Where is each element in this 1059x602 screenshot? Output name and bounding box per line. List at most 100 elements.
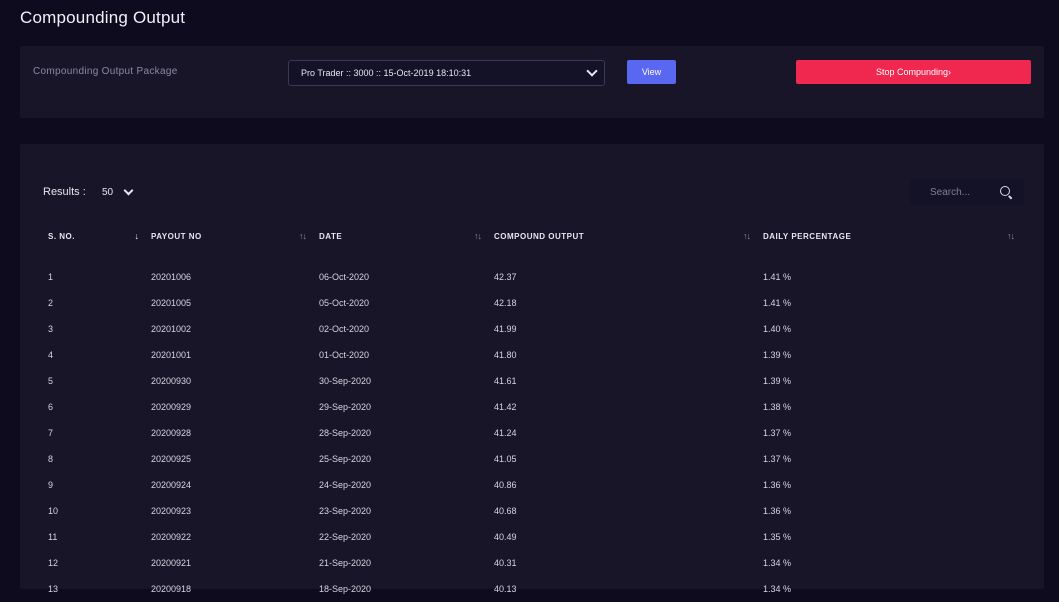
cell-daily-percentage: 1.37 %	[763, 428, 792, 438]
cell-sno: 13	[48, 584, 59, 594]
cell-date: 30-Sep-2020	[319, 376, 372, 386]
stop-compounding-button[interactable]: Stop Compunding›	[796, 60, 1031, 84]
cell-date: 23-Sep-2020	[319, 506, 372, 516]
cell-daily-percentage: 1.41 %	[763, 272, 792, 282]
cell-date: 29-Sep-2020	[319, 402, 372, 412]
cell-date: 05-Oct-2020	[319, 298, 370, 308]
cell-payout-no: 20200925	[151, 454, 192, 464]
cell-payout-no: 20200922	[151, 532, 192, 542]
cell-sno: 2	[48, 298, 54, 308]
column-header-date[interactable]: DATE ↑↓	[314, 216, 489, 256]
cell-daily-percentage: 1.37 %	[763, 454, 792, 464]
cell-compound-output: 42.37	[494, 272, 517, 282]
cell-payout-no: 20200923	[151, 506, 192, 516]
cell-daily-percentage: 1.34 %	[763, 584, 792, 594]
cell-date: 22-Sep-2020	[319, 532, 372, 542]
cell-daily-percentage: 1.39 %	[763, 350, 792, 360]
cell-daily-percentage: 1.41 %	[763, 298, 792, 308]
sort-icon[interactable]: ↑↓	[299, 231, 307, 241]
cell-payout-no: 20200921	[151, 558, 192, 568]
column-header-daily-percentage[interactable]: DAILY PERCENTAGE ↑↓	[758, 216, 1022, 256]
table-row: 5 20200930 30-Sep-2020 41.61 1.39 %	[42, 368, 1022, 394]
cell-daily-percentage: 1.35 %	[763, 532, 792, 542]
chevron-down-icon	[586, 65, 598, 77]
table-row: 1 20201006 06-Oct-2020 42.37 1.41 %	[42, 256, 1022, 290]
cell-date: 02-Oct-2020	[319, 324, 370, 334]
search-icon[interactable]	[1000, 186, 1013, 200]
page-title: Compounding Output	[20, 8, 186, 27]
cell-date: 01-Oct-2020	[319, 350, 370, 360]
cell-daily-percentage: 1.39 %	[763, 376, 792, 386]
results-label: Results :	[43, 186, 86, 198]
cell-date: 24-Sep-2020	[319, 480, 372, 490]
cell-daily-percentage: 1.38 %	[763, 402, 792, 412]
cell-sno: 12	[48, 558, 59, 568]
sort-icon[interactable]: ↑↓	[474, 231, 482, 241]
package-card: Compounding Output Package Pro Trader ::…	[20, 46, 1044, 118]
cell-date: 06-Oct-2020	[319, 272, 370, 282]
cell-sno: 10	[48, 506, 59, 516]
cell-payout-no: 20200924	[151, 480, 192, 490]
cell-date: 21-Sep-2020	[319, 558, 372, 568]
table-row: 2 20201005 05-Oct-2020 42.18 1.41 %	[42, 290, 1022, 316]
package-label: Compounding Output Package	[33, 66, 178, 77]
cell-payout-no: 20200928	[151, 428, 192, 438]
cell-compound-output: 41.61	[494, 376, 517, 386]
package-select[interactable]: Pro Trader :: 3000 :: 15-Oct-2019 18:10:…	[288, 60, 605, 86]
cell-compound-output: 40.86	[494, 480, 517, 490]
sort-icon[interactable]: ↑↓	[1007, 231, 1015, 241]
cell-daily-percentage: 1.36 %	[763, 506, 792, 516]
column-header-compound-output[interactable]: COMPOUND OUTPUT ↑↓	[489, 216, 758, 256]
cell-daily-percentage: 1.36 %	[763, 480, 792, 490]
view-button[interactable]: View	[627, 60, 676, 84]
table-row: 12 20200921 21-Sep-2020 40.31 1.34 %	[42, 550, 1022, 576]
cell-compound-output: 40.49	[494, 532, 517, 542]
cell-compound-output: 41.05	[494, 454, 517, 464]
column-header-payout-no[interactable]: PAYOUT NO ↑↓	[146, 216, 314, 256]
sort-icon[interactable]: ↑↓	[743, 231, 751, 241]
table-header-row: S. NO. ↓ PAYOUT NO ↑↓ DATE ↑↓ COMPOUND OUTP…	[42, 216, 1022, 256]
compounding-table: S. NO. ↓ PAYOUT NO ↑↓ DATE ↑↓ COMPOUND OUTP…	[42, 216, 1022, 602]
cell-sno: 5	[48, 376, 54, 386]
cell-sno: 11	[48, 532, 58, 542]
cell-sno: 9	[48, 480, 54, 490]
cell-payout-no: 20201005	[151, 298, 192, 308]
cell-payout-no: 20200929	[151, 402, 192, 412]
page-size-value: 50	[102, 186, 114, 198]
sort-desc-icon[interactable]: ↓	[135, 231, 139, 241]
cell-compound-output: 41.99	[494, 324, 517, 334]
table-row: 11 20200922 22-Sep-2020 40.49 1.35 %	[42, 524, 1022, 550]
cell-date: 28-Sep-2020	[319, 428, 372, 438]
cell-sno: 1	[48, 272, 54, 282]
cell-daily-percentage: 1.40 %	[763, 324, 792, 334]
cell-compound-output: 41.24	[494, 428, 517, 438]
cell-compound-output: 41.42	[494, 402, 517, 412]
page-size-select[interactable]: 50	[98, 181, 142, 203]
table-row: 6 20200929 29-Sep-2020 41.42 1.38 %	[42, 394, 1022, 420]
search-input[interactable]: Search...	[910, 178, 1024, 206]
column-header-sno[interactable]: S. NO. ↓	[42, 216, 146, 256]
cell-compound-output: 40.68	[494, 506, 517, 516]
package-select-value: Pro Trader :: 3000 :: 15-Oct-2019 18:10:…	[301, 68, 472, 78]
table-row: 10 20200923 23-Sep-2020 40.68 1.36 %	[42, 498, 1022, 524]
cell-daily-percentage: 1.34 %	[763, 558, 792, 568]
cell-compound-output: 40.31	[494, 558, 517, 568]
search-placeholder: Search...	[930, 186, 971, 198]
cell-compound-output: 41.80	[494, 350, 517, 360]
cell-date: 18-Sep-2020	[319, 584, 372, 594]
table-row: 9 20200924 24-Sep-2020 40.86 1.36 %	[42, 472, 1022, 498]
cell-date: 25-Sep-2020	[319, 454, 372, 464]
cell-compound-output: 40.13	[494, 584, 517, 594]
table-row: 8 20200925 25-Sep-2020 41.05 1.37 %	[42, 446, 1022, 472]
cell-sno: 7	[48, 428, 54, 438]
table-row: 3 20201002 02-Oct-2020 41.99 1.40 %	[42, 316, 1022, 342]
cell-payout-no: 20200930	[151, 376, 192, 386]
cell-payout-no: 20200918	[151, 584, 192, 594]
table-row: 7 20200928 28-Sep-2020 41.24 1.37 %	[42, 420, 1022, 446]
table-row: 13 20200918 18-Sep-2020 40.13 1.34 %	[42, 576, 1022, 602]
table-row: 4 20201001 01-Oct-2020 41.80 1.39 %	[42, 342, 1022, 368]
cell-sno: 3	[48, 324, 54, 334]
cell-sno: 6	[48, 402, 54, 412]
cell-sno: 4	[48, 350, 54, 360]
cell-compound-output: 42.18	[494, 298, 517, 308]
